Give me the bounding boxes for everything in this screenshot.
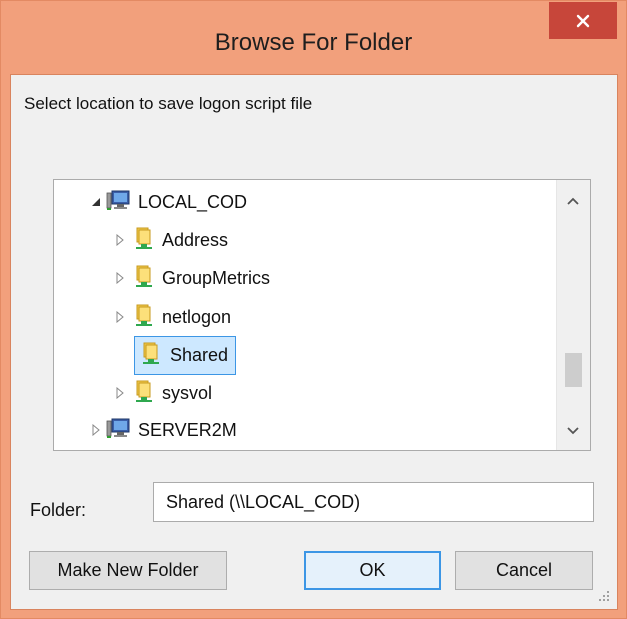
scroll-up-button[interactable]: [565, 194, 581, 212]
chevron-down-icon: [567, 427, 579, 435]
close-icon: [576, 14, 590, 27]
computer-icon: [106, 189, 130, 216]
resize-grip-icon[interactable]: [597, 589, 611, 603]
folder-path-input[interactable]: [153, 482, 594, 522]
tree-item-label: netlogon: [162, 306, 232, 327]
shared-folder-icon: [134, 226, 154, 255]
scroll-thumb[interactable]: [565, 353, 582, 387]
browse-for-folder-dialog: Browse For Folder Select location to sav…: [0, 0, 627, 619]
vertical-scrollbar[interactable]: [556, 180, 590, 450]
shared-folder-icon: [134, 264, 154, 293]
tree-item-selected: Shared: [134, 335, 237, 375]
ok-button[interactable]: OK: [304, 551, 441, 590]
tree-item-local-cod[interactable]: LOCAL_COD: [88, 184, 247, 220]
tree-item-groupmetrics[interactable]: GroupMetrics: [112, 260, 270, 296]
tree-item-label: LOCAL_COD: [138, 191, 248, 212]
folder-label: Folder:: [30, 500, 87, 520]
make-new-folder-button[interactable]: Make New Folder: [29, 551, 227, 590]
tree-item-label: SERVER2M: [138, 419, 237, 440]
tree-item-address[interactable]: Address: [112, 222, 228, 258]
tree-item-netlogon[interactable]: netlogon: [112, 299, 231, 335]
computer-icon: [106, 417, 130, 444]
collapsed-arrow-icon[interactable]: [88, 422, 104, 438]
dialog-body: Select location to save logon script fil…: [10, 74, 618, 610]
tree-item-label: GroupMetrics: [162, 267, 271, 288]
collapsed-arrow-icon[interactable]: [112, 385, 128, 401]
tree-item-label: Shared: [170, 344, 229, 365]
tree-item-shared[interactable]: Shared: [132, 335, 237, 375]
expanded-arrow-icon[interactable]: [88, 194, 104, 210]
cancel-button[interactable]: Cancel: [455, 551, 593, 590]
dialog-title: Browse For Folder: [214, 29, 413, 56]
instruction-text: Select location to save logon script fil…: [24, 94, 313, 113]
tree-item-server2m[interactable]: SERVER2M: [88, 412, 237, 448]
shared-folder-icon: [134, 379, 154, 408]
tree-item-label: sysvol: [162, 382, 213, 403]
collapsed-arrow-icon[interactable]: [112, 309, 128, 325]
title-bar[interactable]: Browse For Folder: [1, 1, 626, 75]
collapsed-arrow-icon[interactable]: [112, 270, 128, 286]
collapsed-arrow-icon[interactable]: [112, 232, 128, 248]
chevron-up-icon: [567, 197, 579, 205]
shared-folder-icon: [134, 303, 154, 332]
folder-tree[interactable]: LOCAL_COD Address GroupMetrics netlogon …: [53, 179, 591, 451]
tree-item-label: Address: [162, 229, 229, 250]
tree-item-sysvol[interactable]: sysvol: [112, 375, 212, 411]
scroll-down-button[interactable]: [565, 424, 581, 442]
shared-folder-icon: [141, 341, 161, 370]
close-button[interactable]: [549, 2, 617, 39]
